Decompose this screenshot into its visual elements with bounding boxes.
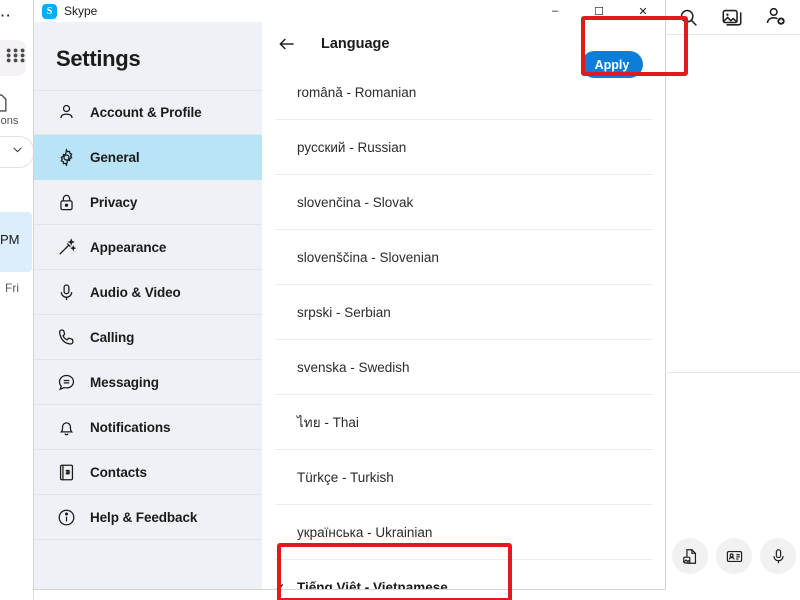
background-compose-toolbar xyxy=(672,538,796,574)
language-row[interactable]: Türkçe - Turkish xyxy=(275,450,653,505)
magic-wand-icon xyxy=(56,237,76,257)
settings-body: Settings Account & Profile General Privacy… xyxy=(34,22,665,589)
screenshot-root: ⋯ ●●●●●●●●● ations PM Fri xyxy=(0,0,800,600)
chevron-down-button[interactable] xyxy=(0,136,34,168)
language-row[interactable]: slovenčina - Slovak xyxy=(275,175,653,230)
background-day-label: Fri xyxy=(5,281,19,295)
settings-sidebar: Settings Account & Profile General Privacy… xyxy=(34,22,262,589)
background-truncated-label: ations xyxy=(0,115,18,127)
sidebar-item-label: Help & Feedback xyxy=(90,510,197,525)
language-row[interactable]: slovenščina - Slovenian xyxy=(275,230,653,285)
person-icon xyxy=(56,103,76,123)
address-book-icon xyxy=(56,462,76,482)
sidebar-item-label: Account & Profile xyxy=(90,105,202,120)
image-icon[interactable] xyxy=(716,3,748,31)
sidebar-item-calling[interactable]: Calling xyxy=(34,315,262,360)
language-row[interactable]: srpski - Serbian xyxy=(275,285,653,340)
language-label: svenska - Swedish xyxy=(297,360,410,375)
language-row[interactable]: русский - Russian xyxy=(275,120,653,175)
lock-icon xyxy=(56,192,76,212)
language-row[interactable]: ไทย - Thai xyxy=(275,395,653,450)
language-row-selected[interactable]: ✓ Tiếng Việt - Vietnamese xyxy=(275,560,653,589)
skype-logo-icon: S xyxy=(42,4,57,19)
sidebar-item-messaging[interactable]: Messaging xyxy=(34,360,262,405)
search-icon[interactable] xyxy=(672,3,704,31)
language-label: srpski - Serbian xyxy=(297,305,391,320)
sidebar-item-label: General xyxy=(90,150,140,165)
background-pane-divider xyxy=(667,372,800,373)
sidebar-item-appearance[interactable]: Appearance xyxy=(34,225,262,270)
language-detail-pane: Language română - Romanian русский - Russ… xyxy=(262,22,665,589)
sidebar-item-label: Audio & Video xyxy=(90,285,181,300)
sidebar-item-notifications[interactable]: Notifications xyxy=(34,405,262,450)
window-title: Skype xyxy=(64,4,97,18)
language-list: română - Romanian русский - Russian sloven… xyxy=(262,65,665,589)
minimize-button[interactable]: – xyxy=(533,0,577,22)
skype-settings-window: S Skype – ☐ ✕ Settings Account & Profile… xyxy=(33,0,666,590)
language-label: ไทย - Thai xyxy=(297,411,359,433)
detail-title: Language xyxy=(321,36,389,52)
bell-icon xyxy=(56,417,76,437)
window-controls: – ☐ ✕ xyxy=(533,0,665,22)
language-label: română - Romanian xyxy=(297,85,416,100)
sidebar-item-contacts[interactable]: Contacts xyxy=(34,450,262,495)
contact-card-icon[interactable] xyxy=(716,538,752,574)
language-label: Tiếng Việt - Vietnamese xyxy=(297,580,448,589)
chat-bubble-icon xyxy=(56,372,76,392)
apply-button[interactable]: Apply xyxy=(581,51,643,78)
sidebar-item-label: Contacts xyxy=(90,465,147,480)
language-label: русский - Russian xyxy=(297,140,406,155)
language-row[interactable]: svenska - Swedish xyxy=(275,340,653,395)
sidebar-item-label: Privacy xyxy=(90,195,137,210)
dial-pad-icon[interactable]: ●●●●●●●●● xyxy=(0,40,26,76)
chevron-down-icon xyxy=(11,143,24,161)
sidebar-item-label: Messaging xyxy=(90,375,159,390)
close-button[interactable]: ✕ xyxy=(621,0,665,22)
background-time-label: PM xyxy=(0,232,20,247)
titlebar-brand: S Skype xyxy=(34,4,97,19)
background-left-strip: ⋯ ●●●●●●●●● ations PM Fri xyxy=(0,0,34,600)
document-icon[interactable] xyxy=(0,92,10,114)
sidebar-item-general[interactable]: General xyxy=(34,135,262,180)
sidebar-item-list: Account & Profile General Privacy Appearanc… xyxy=(34,90,262,540)
window-titlebar[interactable]: S Skype – ☐ ✕ xyxy=(34,0,665,22)
maximize-button[interactable]: ☐ xyxy=(577,0,621,22)
language-label: slovenščina - Slovenian xyxy=(297,250,439,265)
background-top-icon-group xyxy=(672,3,792,31)
language-label: Türkçe - Turkish xyxy=(297,470,394,485)
language-label: slovenčina - Slovak xyxy=(297,195,413,210)
language-label: українська - Ukrainian xyxy=(297,525,432,540)
microphone-icon[interactable] xyxy=(760,538,796,574)
background-time-chip: PM xyxy=(0,212,32,272)
back-arrow-icon[interactable] xyxy=(275,32,299,56)
microphone-icon xyxy=(56,282,76,302)
sidebar-item-help-feedback[interactable]: Help & Feedback xyxy=(34,495,262,540)
more-dots-icon[interactable]: ⋯ xyxy=(0,6,13,26)
phone-icon xyxy=(56,327,76,347)
page-title: Settings xyxy=(34,22,262,90)
send-file-icon[interactable] xyxy=(672,538,708,574)
checkmark-icon: ✓ xyxy=(275,581,288,590)
info-icon xyxy=(56,507,76,527)
sidebar-item-account-profile[interactable]: Account & Profile xyxy=(34,90,262,135)
sidebar-item-label: Notifications xyxy=(90,420,170,435)
sidebar-item-audio-video[interactable]: Audio & Video xyxy=(34,270,262,315)
language-row[interactable]: українська - Ukrainian xyxy=(275,505,653,560)
sidebar-item-label: Appearance xyxy=(90,240,166,255)
sidebar-item-privacy[interactable]: Privacy xyxy=(34,180,262,225)
sidebar-item-label: Calling xyxy=(90,330,134,345)
add-person-icon[interactable] xyxy=(760,3,792,31)
gear-icon xyxy=(56,147,76,167)
